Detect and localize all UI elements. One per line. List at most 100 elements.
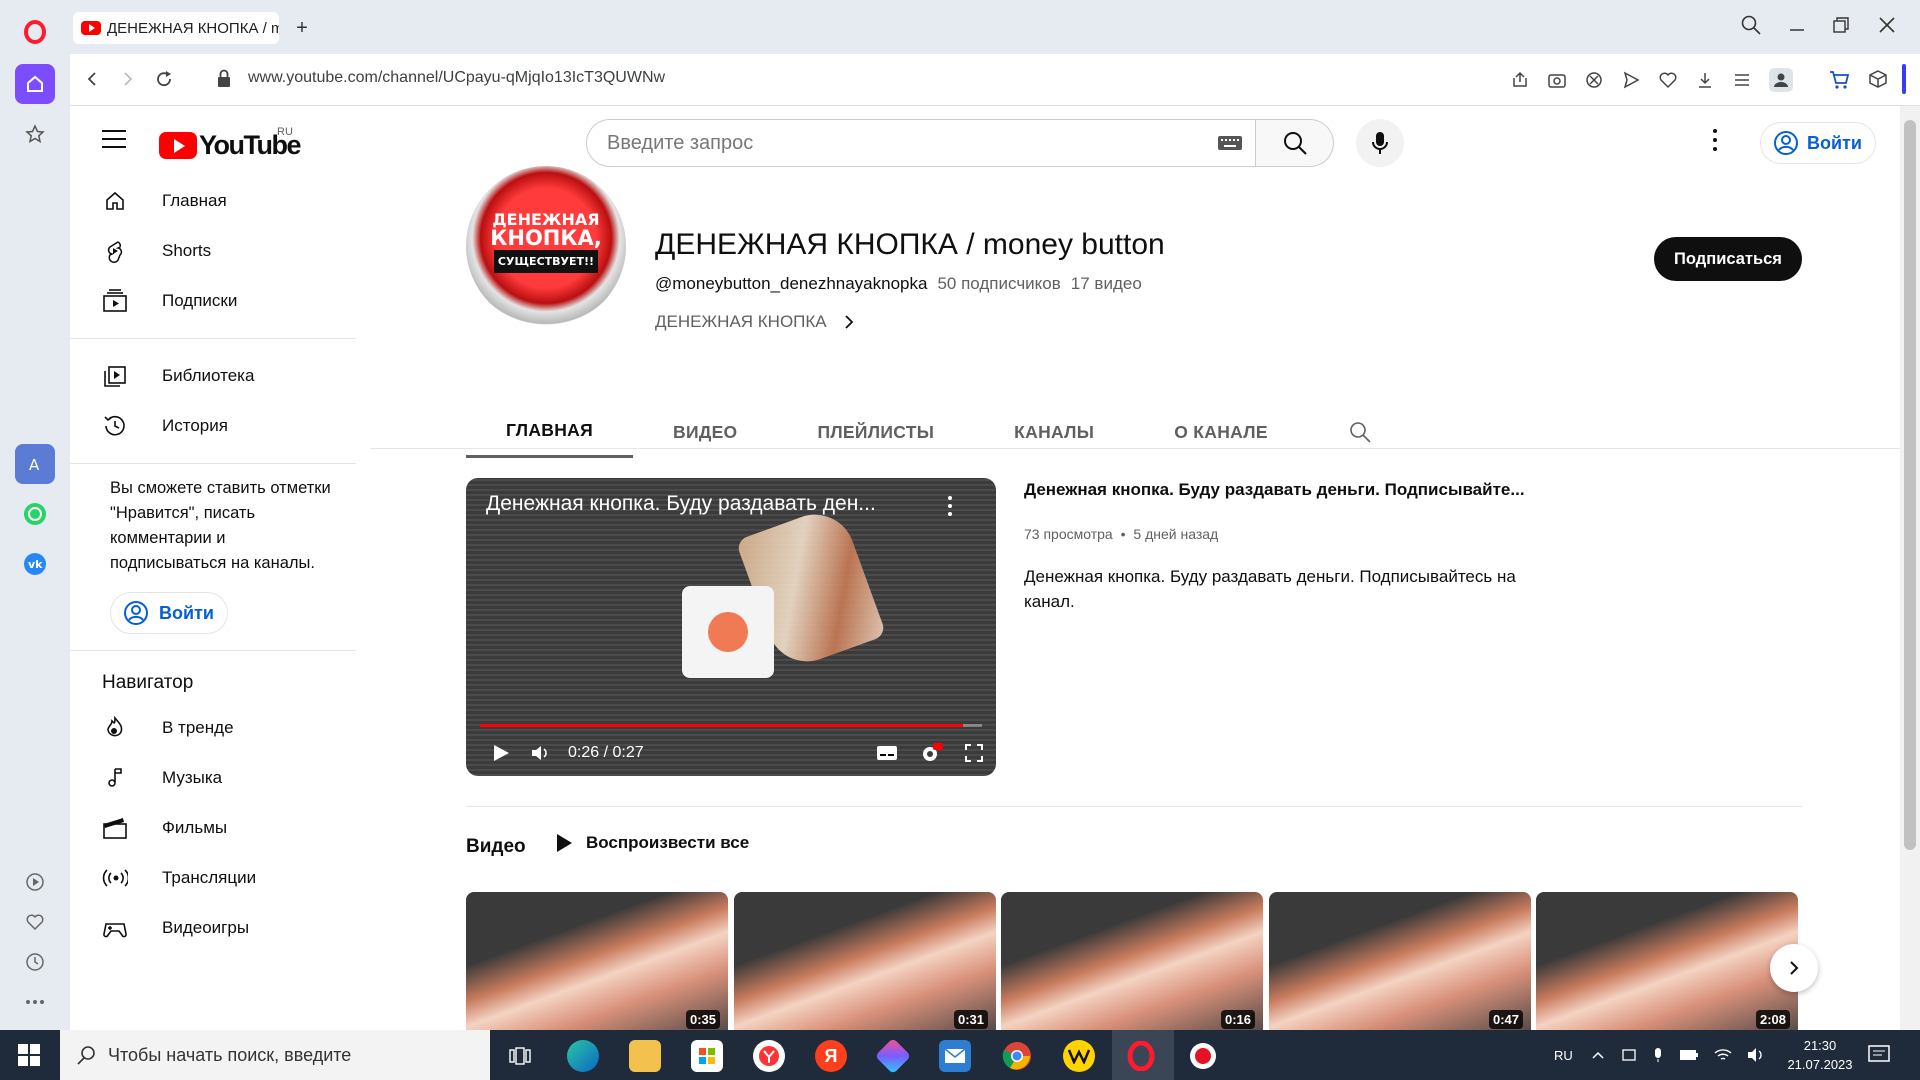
- easy-setup-icon[interactable]: [1732, 70, 1752, 90]
- volume-icon[interactable]: [530, 743, 550, 763]
- mail-icon[interactable]: [939, 1040, 971, 1072]
- new-tab-plus-icon[interactable]: +: [290, 16, 314, 40]
- cart-icon[interactable]: [1828, 68, 1850, 90]
- tab-playlists[interactable]: ПЛЕЙЛИСТЫ: [777, 406, 974, 458]
- tab-search-icon[interactable]: [1740, 14, 1762, 41]
- subscribe-button[interactable]: Подписаться: [1654, 237, 1802, 281]
- file-explorer-icon[interactable]: [629, 1040, 661, 1072]
- guide-item-live[interactable]: Трансляции: [70, 853, 356, 903]
- tab-about[interactable]: О КАНАЛЕ: [1134, 406, 1308, 458]
- subtitles-icon[interactable]: [876, 744, 898, 762]
- youtube-logo[interactable]: YouTube RU: [159, 126, 301, 161]
- featured-video-player[interactable]: Денежная кнопка. Буду раздавать ден... 0…: [466, 478, 996, 776]
- scrollbar-thumb[interactable]: [1904, 120, 1916, 850]
- notifications-icon[interactable]: [1868, 1044, 1890, 1071]
- guide-item-home[interactable]: Главная: [70, 176, 356, 226]
- opera-logo-icon[interactable]: [15, 12, 55, 52]
- video-thumbnail[interactable]: 2:08: [1536, 892, 1798, 1030]
- video-thumbnail[interactable]: 0:16: [1001, 892, 1263, 1030]
- app-store-icon[interactable]: A: [15, 444, 55, 484]
- camera-tray-icon[interactable]: [1621, 1047, 1637, 1063]
- guide-item-shorts[interactable]: Shorts: [70, 226, 356, 276]
- share-icon[interactable]: [1510, 70, 1530, 90]
- player-more-icon[interactable]: [948, 496, 952, 520]
- app-diamond-icon[interactable]: [874, 1037, 912, 1075]
- more-dots-icon[interactable]: [15, 982, 55, 1022]
- extensions-cube-icon[interactable]: [1868, 69, 1888, 89]
- minimize-icon[interactable]: [1786, 14, 1808, 41]
- taskbar-search[interactable]: Чтобы начать поиск, введите: [60, 1030, 490, 1080]
- url-text[interactable]: www.youtube.com/channel/UCpayu-qMjqIo13I…: [248, 69, 665, 87]
- task-view-icon[interactable]: [504, 1040, 536, 1072]
- language-indicator[interactable]: RU: [1554, 1030, 1573, 1080]
- browser-tab[interactable]: ДЕНЕЖНАЯ КНОПКА / m: [73, 12, 279, 44]
- settings-gear-icon[interactable]: [920, 742, 944, 764]
- featured-video-title[interactable]: Денежная кнопка. Буду раздавать деньги. …: [1024, 480, 1544, 500]
- microphone-tray-icon[interactable]: [1652, 1047, 1664, 1063]
- tab-home[interactable]: ГЛАВНАЯ: [466, 406, 633, 458]
- search-input[interactable]: Введите запрос: [586, 119, 1256, 167]
- guide-signin-button[interactable]: Войти: [110, 592, 228, 634]
- settings-more-icon[interactable]: [1713, 129, 1719, 155]
- chevron-up-icon[interactable]: [1590, 1047, 1606, 1063]
- app-w-icon[interactable]: [1063, 1040, 1095, 1072]
- channel-avatar[interactable]: ДЕНЕЖНАЯ КНОПКА, СУЩЕСТВУЕТ!!: [466, 166, 626, 326]
- player-icon[interactable]: [15, 862, 55, 902]
- guide-item-music[interactable]: Музыка: [70, 753, 356, 803]
- wifi-icon[interactable]: [1714, 1047, 1732, 1063]
- search-button[interactable]: [1256, 119, 1334, 167]
- play-all-button[interactable]: Воспроизвести все: [554, 832, 749, 854]
- whatsapp-icon[interactable]: [15, 494, 55, 534]
- video-thumbnail[interactable]: 0:35: [466, 892, 728, 1030]
- windows-start-icon[interactable]: [18, 1044, 40, 1071]
- guide-item-movies[interactable]: Фильмы: [70, 803, 356, 853]
- profile-icon[interactable]: [1769, 68, 1793, 92]
- guide-item-gaming[interactable]: Видеоигры: [70, 903, 356, 953]
- bookmarks-star-icon[interactable]: [15, 114, 55, 154]
- guide-item-trending[interactable]: В тренде: [70, 703, 356, 753]
- send-icon[interactable]: [1621, 70, 1641, 90]
- keyboard-icon[interactable]: [1217, 134, 1243, 152]
- yandex-browser-icon[interactable]: [753, 1040, 785, 1072]
- store-icon[interactable]: [691, 1040, 723, 1072]
- player-title[interactable]: Денежная кнопка. Буду раздавать ден...: [486, 492, 876, 516]
- restore-icon[interactable]: [1830, 14, 1852, 41]
- video-thumbnail[interactable]: 0:47: [1269, 892, 1531, 1030]
- channel-search-icon[interactable]: [1308, 406, 1412, 458]
- chrome-icon[interactable]: [1001, 1040, 1033, 1072]
- heart-icon[interactable]: [15, 902, 55, 942]
- record-icon[interactable]: [1187, 1040, 1219, 1072]
- guide-item-history[interactable]: История: [70, 401, 356, 451]
- bookmark-heart-icon[interactable]: [1658, 70, 1678, 90]
- fullscreen-icon[interactable]: [964, 743, 984, 763]
- download-icon[interactable]: [1695, 70, 1715, 90]
- yandex-icon[interactable]: Я: [815, 1040, 847, 1072]
- forward-icon[interactable]: [118, 69, 138, 94]
- history-clock-icon[interactable]: [15, 942, 55, 982]
- battery-icon[interactable]: [1679, 1048, 1699, 1062]
- back-icon[interactable]: [82, 69, 102, 94]
- volume-tray-icon[interactable]: [1747, 1047, 1765, 1063]
- guide-item-library[interactable]: Библиотека: [70, 351, 356, 401]
- edge-icon[interactable]: [567, 1040, 599, 1072]
- video-thumbnail[interactable]: 0:31: [734, 892, 996, 1030]
- speed-dial-icon[interactable]: [15, 64, 55, 104]
- close-window-icon[interactable]: [1876, 14, 1898, 41]
- shelf-title[interactable]: Видео: [466, 836, 526, 858]
- page-scrollbar[interactable]: [1900, 106, 1920, 1030]
- voice-search-button[interactable]: [1356, 119, 1404, 167]
- guide-item-subscriptions[interactable]: Подписки: [70, 276, 356, 326]
- opera-taskbar-icon[interactable]: [1125, 1040, 1157, 1072]
- signin-button[interactable]: Войти: [1760, 122, 1876, 164]
- play-icon[interactable]: [492, 743, 510, 763]
- reload-icon[interactable]: [154, 69, 174, 94]
- menu-hamburger-icon[interactable]: [102, 130, 126, 148]
- snapshot-camera-icon[interactable]: [1547, 70, 1567, 90]
- tab-videos[interactable]: ВИДЕО: [633, 406, 777, 458]
- channel-description-link[interactable]: ДЕНЕЖНАЯ КНОПКА: [655, 312, 859, 332]
- tab-channels[interactable]: КАНАЛЫ: [974, 406, 1134, 458]
- lock-icon[interactable]: [216, 69, 232, 94]
- adblock-icon[interactable]: [1584, 70, 1604, 90]
- shelf-next-button[interactable]: [1770, 944, 1818, 992]
- clock[interactable]: 21:30 21.07.2023: [1780, 1036, 1860, 1074]
